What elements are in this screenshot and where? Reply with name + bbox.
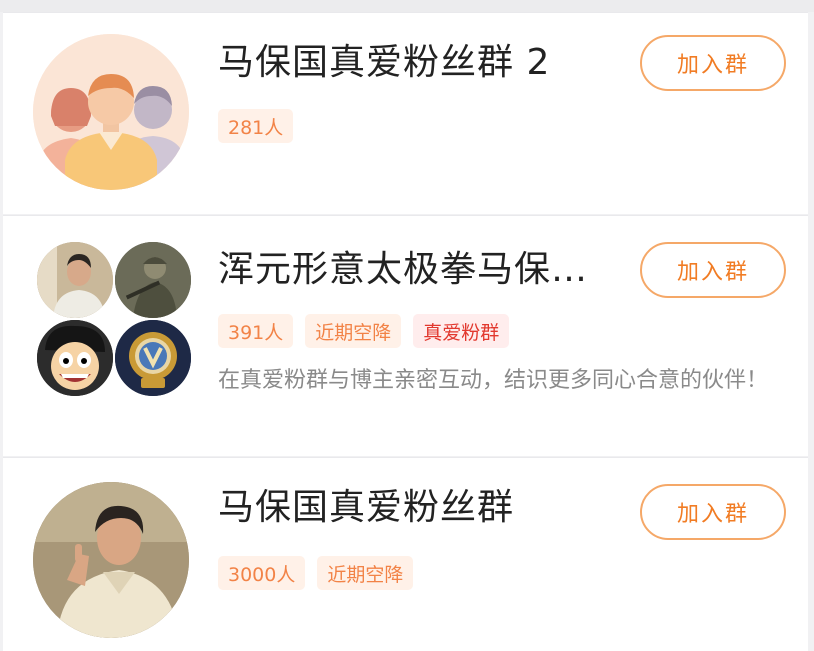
join-group-button[interactable]: 加入群	[640, 484, 786, 540]
group-tags: 281人	[218, 109, 294, 143]
top-divider	[0, 0, 814, 12]
fan-group-badge: 真爱粉群	[413, 314, 510, 348]
person-photo-icon	[37, 242, 113, 318]
group-card[interactable]: 浑元形意太极拳马保… 加入群 391人 近期空降 真爱粉群 在真爱粉群与博主亲密…	[3, 215, 808, 456]
member-count-badge: 281人	[218, 109, 294, 143]
group-avatar-photo	[33, 482, 189, 638]
member-count-badge: 391人	[218, 314, 294, 348]
cartoon-face-icon	[37, 320, 113, 396]
emblem-icon	[115, 320, 191, 396]
group-card[interactable]: 马保国真爱粉丝群 加入群 3000人 近期空降	[3, 457, 808, 651]
group-avatar-collage	[35, 240, 193, 398]
group-tags: 3000人 近期空降	[218, 556, 414, 590]
group-name: 马保国真爱粉丝群 2	[218, 42, 551, 83]
member-avatar-badge	[113, 318, 193, 398]
person-photo-icon	[33, 482, 189, 638]
group-description: 在真爱粉群与博主亲密互动，结识更多同心合意的伙伴！	[218, 368, 769, 393]
group-name: 马保国真爱粉丝群	[218, 487, 515, 528]
recent-badge: 近期空降	[317, 556, 414, 590]
group-avatar-placeholder	[33, 34, 189, 190]
group-list: 马保国真爱粉丝群 2 加入群 281人 浑元形意太极拳马保… 加入群 391人 …	[0, 0, 814, 651]
member-avatar-photo	[35, 240, 115, 320]
group-name: 浑元形意太极拳马保…	[218, 249, 589, 290]
member-avatar-photo	[113, 240, 193, 320]
people-icon	[33, 34, 189, 190]
recent-badge: 近期空降	[305, 314, 402, 348]
soldier-photo-icon	[115, 242, 191, 318]
member-avatar-cartoon	[35, 318, 115, 398]
group-card[interactable]: 马保国真爱粉丝群 2 加入群 281人	[3, 12, 808, 214]
member-count-badge: 3000人	[218, 556, 306, 590]
group-tags: 391人 近期空降 真爱粉群	[218, 314, 510, 348]
join-group-button[interactable]: 加入群	[640, 35, 786, 91]
join-group-button[interactable]: 加入群	[640, 242, 786, 298]
